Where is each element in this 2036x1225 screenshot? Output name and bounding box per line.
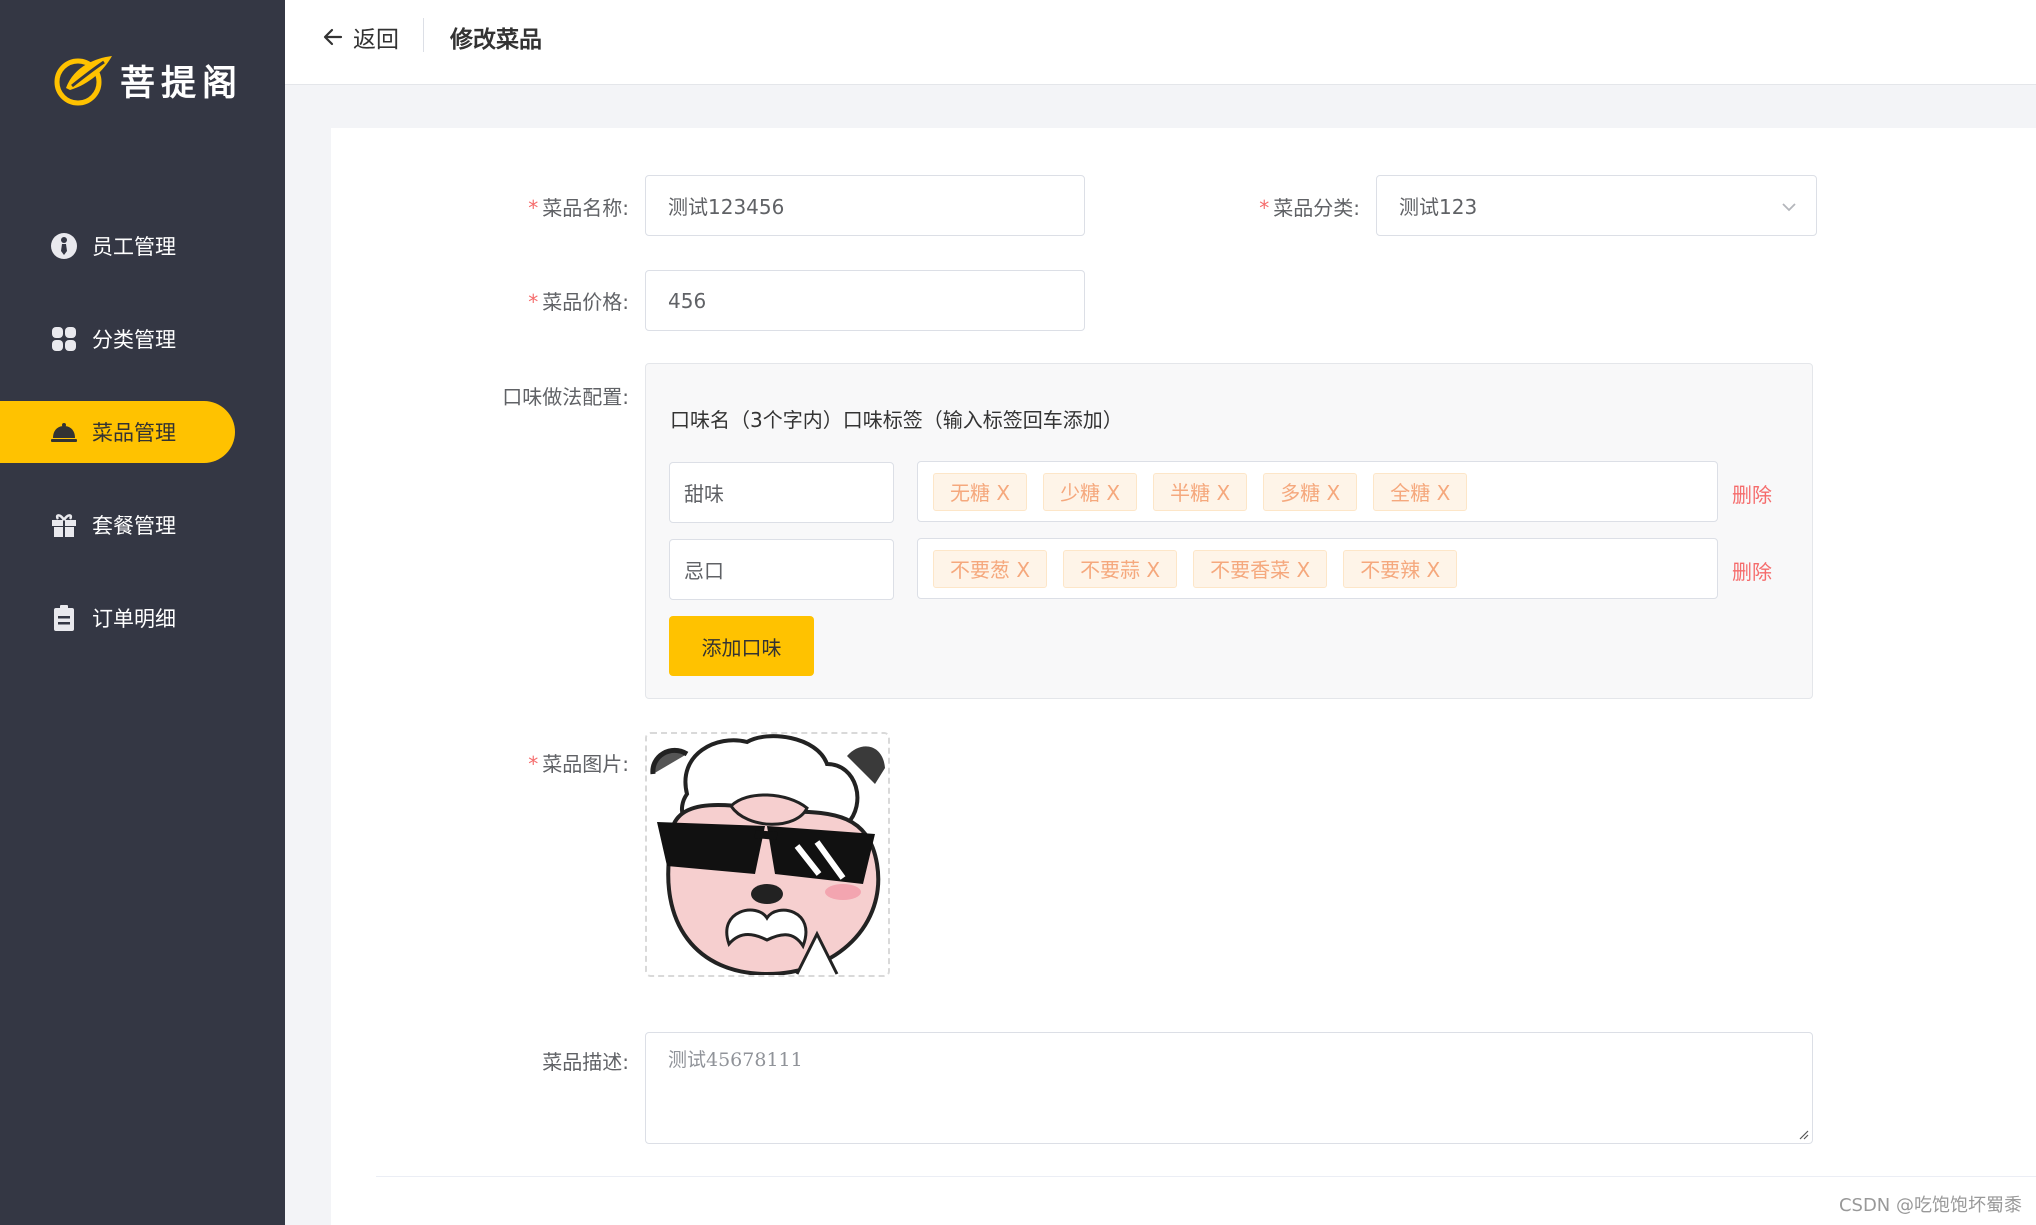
flavor-tag[interactable]: 半糖 X	[1153, 472, 1248, 511]
delete-flavor-button[interactable]: 删除	[1732, 479, 1772, 508]
top-header: 返回 修改菜品	[285, 0, 2036, 85]
header-divider	[423, 18, 424, 52]
resize-grip-icon[interactable]	[1797, 1128, 1809, 1140]
flavor-tag[interactable]: 少糖 X	[1043, 472, 1138, 511]
arrow-left-icon	[323, 28, 343, 46]
clipboard-icon	[50, 604, 78, 632]
flavor-tag[interactable]: 多糖 X	[1263, 472, 1358, 511]
flavor-tag[interactable]: 无糖 X	[933, 472, 1028, 511]
form-card: * 菜品名称: 测试123456 * 菜品分类: 测试123 * 菜品价格: 456 …	[331, 128, 2036, 1225]
sidebar-item-label: 菜品管理	[92, 421, 176, 445]
sidebar-item-category[interactable]: 分类管理	[0, 308, 235, 370]
flavor-tags-input[interactable]: 无糖 X 少糖 X 半糖 X 多糖 X 全糖 X	[917, 461, 1718, 522]
sidebar-item-combo[interactable]: 套餐管理	[0, 494, 235, 556]
dish-category-select[interactable]: 测试123	[1376, 175, 1817, 236]
watermark: CSDN @吃饱饱坏蜀黍	[1838, 1195, 2022, 1216]
sidebar-nav: 员工管理 分类管理 菜品管理 套餐管理 订单明细	[0, 215, 285, 680]
sidebar: 菩提阁 员工管理 分类管理 菜品管理 套餐管理 订单明细	[0, 0, 285, 1225]
brand-logo: 菩提阁	[52, 52, 243, 108]
dish-price-input[interactable]: 456	[645, 270, 1085, 331]
dish-name-input[interactable]: 测试123456	[645, 175, 1085, 236]
sidebar-item-label: 员工管理	[92, 235, 176, 259]
dish-image-label: * 菜品图片:	[528, 752, 629, 776]
sidebar-item-label: 分类管理	[92, 328, 176, 352]
dish-category-label: * 菜品分类:	[1259, 196, 1360, 220]
dish-image	[647, 734, 888, 975]
flavor-tag[interactable]: 不要葱 X	[933, 549, 1048, 588]
gift-box-icon	[50, 511, 78, 539]
sidebar-item-orders[interactable]: 订单明细	[0, 587, 235, 649]
sidebar-item-dish[interactable]: 菜品管理	[0, 401, 235, 463]
flavor-name-input[interactable]: 忌口	[669, 539, 894, 600]
flavor-name-input[interactable]: 甜味	[669, 462, 894, 523]
flavor-config-label: 口味做法配置:	[502, 385, 629, 409]
flavor-tag[interactable]: 全糖 X	[1373, 472, 1468, 511]
flavor-tag[interactable]: 不要香菜 X	[1193, 549, 1328, 588]
dish-price-label: * 菜品价格:	[528, 290, 629, 314]
sidebar-item-label: 套餐管理	[92, 514, 176, 538]
dish-cloche-icon	[50, 418, 78, 446]
dish-description-textarea[interactable]: 测试45678111	[645, 1032, 1813, 1144]
flavor-header: 口味名（3个字内）口味标签（输入标签回车添加）	[670, 408, 1123, 432]
leaf-logo-icon	[54, 56, 112, 106]
category-grid-icon	[50, 325, 78, 353]
form-divider	[376, 1176, 2036, 1177]
flavor-tag[interactable]: 不要蒜 X	[1063, 549, 1178, 588]
sidebar-item-label: 订单明细	[92, 607, 176, 631]
employee-icon	[50, 232, 78, 260]
sidebar-item-employee[interactable]: 员工管理	[0, 215, 235, 277]
page-title: 修改菜品	[450, 27, 542, 53]
delete-flavor-button[interactable]: 删除	[1732, 556, 1772, 585]
flavor-tags-input[interactable]: 不要葱 X 不要蒜 X 不要香菜 X 不要辣 X	[917, 538, 1718, 599]
flavor-tag[interactable]: 不要辣 X	[1343, 549, 1458, 588]
back-label: 返回	[353, 27, 399, 53]
chevron-down-icon	[1782, 203, 1796, 212]
brand-name: 菩提阁	[120, 63, 244, 104]
image-upload[interactable]	[645, 732, 890, 977]
dish-name-label: * 菜品名称:	[528, 196, 629, 220]
dish-description-label: 菜品描述:	[542, 1050, 629, 1074]
add-flavor-button[interactable]: 添加口味	[669, 616, 814, 676]
back-button[interactable]: 返回	[321, 20, 399, 54]
flavor-config-panel: 口味名（3个字内）口味标签（输入标签回车添加） 甜味 无糖 X 少糖 X 半糖 …	[645, 363, 1813, 699]
